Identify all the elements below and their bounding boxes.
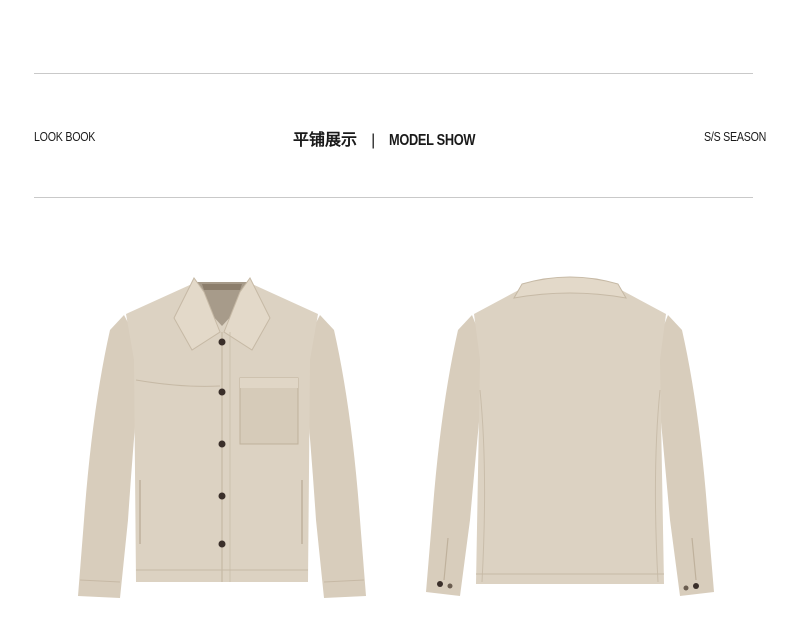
section-title: 平铺展示 | MODEL SHOW bbox=[0, 126, 790, 150]
jacket-front-image bbox=[78, 277, 366, 598]
title-chinese: 平铺展示 bbox=[293, 132, 358, 149]
bottom-divider bbox=[34, 197, 753, 198]
title-separator: | bbox=[371, 132, 376, 149]
season-label: S/S SEASON bbox=[704, 129, 767, 144]
title-english: MODEL SHOW bbox=[389, 132, 476, 149]
top-divider bbox=[34, 73, 753, 74]
jacket-back-image bbox=[426, 276, 714, 596]
